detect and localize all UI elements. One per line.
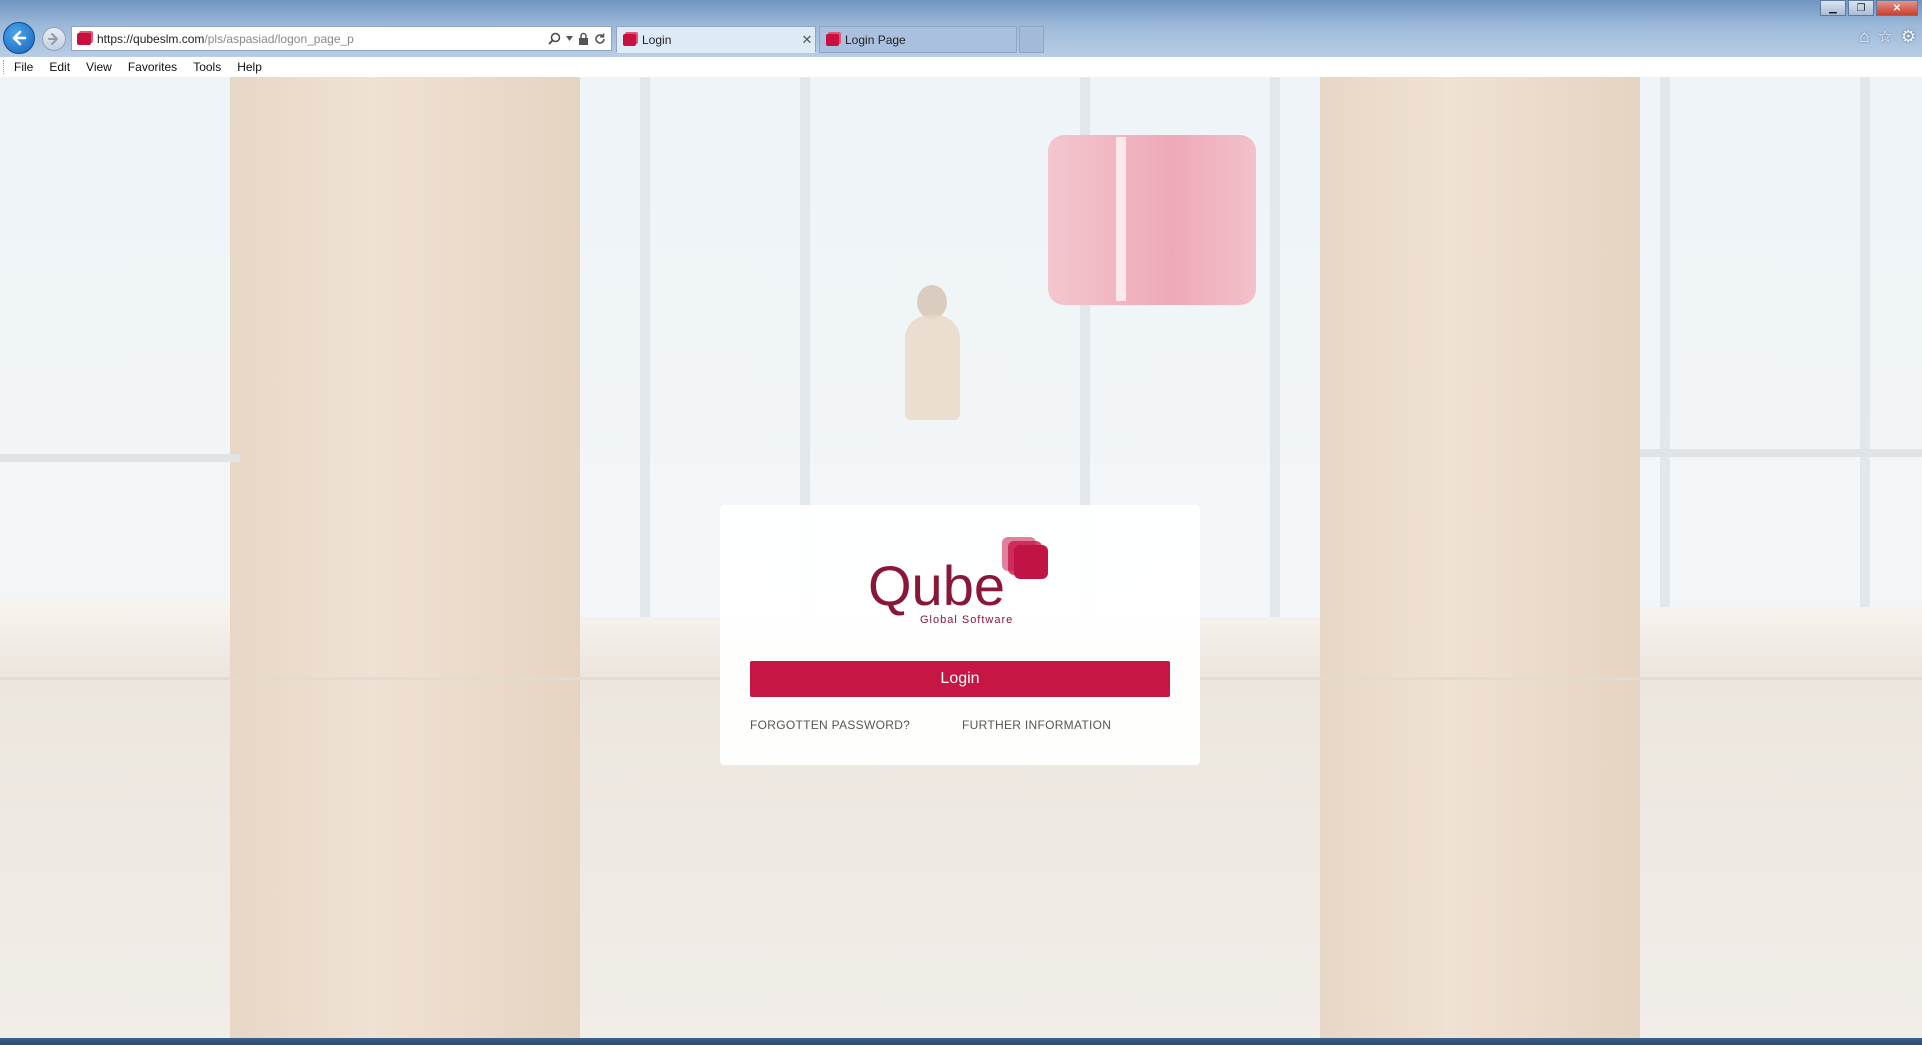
window-controls: ▁ ❐ ✕ xyxy=(1820,0,1918,16)
menu-help[interactable]: Help xyxy=(229,60,270,74)
background-rail xyxy=(1640,449,1922,457)
further-information-link[interactable]: FURTHER INFORMATION xyxy=(962,718,1111,732)
tab-login[interactable]: Login ✕ xyxy=(616,26,816,53)
tab-favicon-icon xyxy=(826,33,839,46)
forward-button[interactable] xyxy=(42,27,66,51)
background-person-head xyxy=(917,285,947,319)
login-card: Qube Global Software Login FORGOTTEN PAS… xyxy=(720,505,1200,765)
site-favicon-icon xyxy=(77,32,91,45)
minimize-button[interactable]: ▁ xyxy=(1820,0,1846,16)
background-mullion xyxy=(1660,77,1670,607)
restore-button[interactable]: ❐ xyxy=(1848,0,1874,16)
url-path: /pls/aspasiad/logon_page_p xyxy=(204,31,354,46)
logo-tagline: Global Software xyxy=(920,614,1013,625)
menu-view[interactable]: View xyxy=(78,60,120,74)
background-rail xyxy=(0,454,240,462)
menu-file[interactable]: File xyxy=(6,60,41,74)
background-pillar xyxy=(230,77,580,1038)
background-mullion xyxy=(640,77,650,617)
forgotten-password-link[interactable]: FORGOTTEN PASSWORD? xyxy=(750,718,910,732)
background-mullion xyxy=(1270,77,1280,617)
logo-text: Qube xyxy=(868,554,1005,617)
back-button[interactable] xyxy=(3,22,35,54)
tab-favicon-icon xyxy=(623,33,636,46)
taskbar xyxy=(0,1038,1922,1045)
background-window xyxy=(1640,77,1922,607)
home-icon[interactable]: ⌂ xyxy=(1859,27,1869,47)
new-tab-button[interactable] xyxy=(1019,26,1044,53)
page-viewport: Qube Global Software Login FORGOTTEN PAS… xyxy=(0,77,1922,1038)
window-close-button[interactable]: ✕ xyxy=(1876,0,1918,16)
background-lamp-stripe xyxy=(1116,137,1126,301)
tab-label: Login xyxy=(642,32,672,47)
url-host: https://qubeslm.com xyxy=(97,31,205,46)
background-pillar xyxy=(1320,77,1640,1038)
lock-icon[interactable] xyxy=(578,32,589,45)
search-icon[interactable] xyxy=(548,32,561,45)
tab-label: Login Page xyxy=(845,32,906,47)
browser-tools: ⌂ ☆ ⚙ xyxy=(1859,27,1916,47)
menu-bar: File Edit View Favorites Tools Help xyxy=(0,57,1922,78)
qube-logo: Qube Global Software xyxy=(868,537,1048,625)
refresh-icon[interactable] xyxy=(594,33,606,45)
menu-edit[interactable]: Edit xyxy=(41,60,78,74)
url-text[interactable]: https://qubeslm.com/pls/aspasiad/logon_p… xyxy=(97,32,548,46)
menu-tools[interactable]: Tools xyxy=(185,60,229,74)
tab-close-icon[interactable]: ✕ xyxy=(799,32,815,48)
tab-login-page[interactable]: Login Page xyxy=(819,26,1017,53)
address-bar[interactable]: https://qubeslm.com/pls/aspasiad/logon_p… xyxy=(71,26,612,51)
star-icon[interactable]: ☆ xyxy=(1878,27,1893,47)
back-arrow-icon xyxy=(12,30,27,46)
dropdown-arrow-icon[interactable] xyxy=(566,36,573,41)
background-window xyxy=(0,77,240,597)
forward-arrow-icon xyxy=(48,33,58,45)
menu-favorites[interactable]: Favorites xyxy=(120,60,185,74)
background-mullion xyxy=(1860,77,1870,607)
login-button[interactable]: Login xyxy=(750,661,1170,697)
background-lamp xyxy=(1048,135,1256,305)
background-person xyxy=(905,315,960,420)
gear-icon[interactable]: ⚙ xyxy=(1901,27,1916,47)
browser-titlebar: https://qubeslm.com/pls/aspasiad/logon_p… xyxy=(0,0,1922,57)
